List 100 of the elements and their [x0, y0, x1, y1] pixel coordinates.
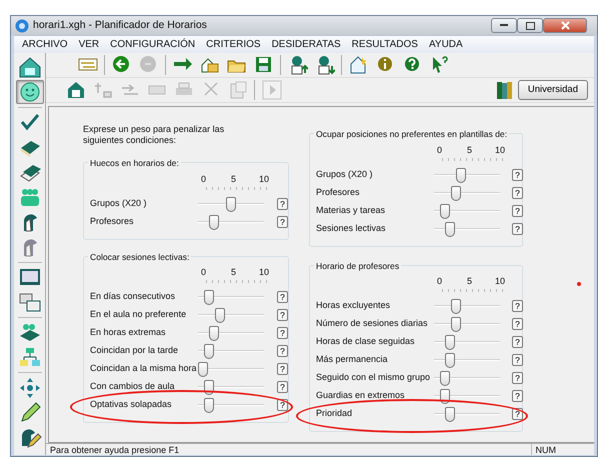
slider-thumb[interactable]: [209, 326, 220, 341]
row-label: Grupos (X20 ): [316, 168, 373, 181]
help-button[interactable]: ?: [277, 327, 288, 339]
help-button[interactable]: ?: [277, 291, 288, 303]
close-button[interactable]: [543, 18, 587, 33]
status-text: Para obtener ayuda presione F1: [50, 444, 180, 455]
row-label: Coincidan por la tarde: [90, 344, 178, 358]
save-icon: [254, 55, 274, 75]
menu-item[interactable]: RESULTADOS: [352, 37, 418, 52]
help-button[interactable]: ?: [277, 345, 288, 357]
menu-item[interactable]: AYUDA: [428, 37, 463, 52]
row-label: Número de sesiones diarias: [316, 317, 428, 330]
row-label: Profesores: [316, 186, 360, 199]
home-icon: [18, 56, 42, 78]
smiley-icon: [18, 81, 42, 103]
row-label: Seguido con el mismo grupo: [316, 371, 430, 384]
slider-thumb[interactable]: [445, 353, 456, 368]
slider-thumb[interactable]: [440, 371, 450, 386]
help-button[interactable]: ?: [512, 390, 523, 402]
slider-thumb[interactable]: [204, 290, 214, 305]
slider-thumb[interactable]: [445, 222, 456, 236]
row-label: En días consecutivos: [90, 290, 176, 304]
scale-label: 5: [467, 275, 472, 288]
minimize-button[interactable]: [491, 18, 517, 33]
row-label: Prioridad: [316, 407, 352, 420]
row-label: En el aula no preferente: [90, 308, 186, 322]
row-label: Guardias en extremos: [316, 389, 405, 402]
books-icon: [496, 80, 514, 100]
clipboard-icon: [228, 80, 248, 100]
profile-button[interactable]: Universidad: [518, 80, 588, 100]
help-button[interactable]: ?: [512, 222, 523, 234]
menu-item[interactable]: ARCHIVO: [22, 37, 68, 52]
maximize-icon: [526, 22, 534, 30]
instruction-text: Exprese un peso para penalizar las siguientes condiciones:: [83, 124, 226, 146]
scale-label: 0: [201, 266, 206, 279]
scale-label: 0: [437, 275, 442, 288]
windows-icon: [18, 291, 42, 313]
help-button[interactable]: ?: [277, 381, 288, 393]
help-button[interactable]: ?: [512, 186, 523, 198]
slider-thumb[interactable]: [226, 196, 236, 212]
help-button[interactable]: ?: [512, 408, 523, 420]
row-label: Coincidan a la misma hora: [90, 362, 197, 376]
scale-label: 10: [259, 266, 270, 279]
num-lock-indicator: NUM: [530, 444, 560, 455]
help-button[interactable]: ?: [512, 204, 523, 216]
scale-label: 10: [495, 275, 506, 288]
group-book-icon: [18, 321, 42, 343]
slider-thumb[interactable]: [456, 168, 466, 182]
help-button[interactable]: ?: [277, 399, 288, 411]
slider-thumb[interactable]: [445, 407, 456, 422]
help-button[interactable]: ?: [277, 198, 288, 210]
sidebar-button[interactable]: [16, 80, 44, 104]
slider-thumb[interactable]: [214, 308, 225, 323]
scale-label: 5: [231, 172, 236, 186]
row-label: Sesiones lectivas: [316, 222, 386, 235]
help-button[interactable]: ?: [512, 168, 523, 180]
move-arrows-icon: [18, 376, 42, 398]
help-button[interactable]: ?: [512, 354, 523, 366]
row-label: En horas extremas: [90, 326, 166, 340]
help-button[interactable]: ?: [277, 216, 288, 228]
slider-thumb[interactable]: [440, 204, 450, 218]
row-label: Con cambios de aula: [90, 380, 175, 394]
help-button[interactable]: ?: [512, 300, 523, 312]
menu-item[interactable]: DESIDERATAS: [272, 37, 341, 52]
row-label: Materias y tareas: [316, 204, 386, 217]
menu-item[interactable]: VER: [78, 37, 100, 52]
row-label: Grupos (X20 ): [90, 196, 147, 210]
scale-label: 5: [231, 266, 236, 279]
menu-item[interactable]: CONFIGURACIÓN: [110, 37, 196, 52]
slider-thumb[interactable]: [198, 362, 208, 377]
group-title: Ocupar posiciones no preferentes en plantillas de:: [314, 129, 510, 140]
scale-label: 5: [467, 144, 472, 156]
window-title: horari1.xgh - Planificador de Horarios: [33, 18, 207, 33]
group-title: Huecos en horarios de:: [88, 158, 181, 169]
help-button[interactable]: ?: [277, 363, 288, 375]
screen-icon: [18, 266, 42, 288]
house-grid-icon: [66, 80, 86, 100]
scale-label: 10: [495, 144, 506, 156]
slider-thumb[interactable]: [450, 186, 461, 200]
circle-icon: [138, 55, 158, 75]
slider-thumb[interactable]: [204, 398, 214, 413]
org-chart-icon: [18, 346, 42, 368]
slider-thumb[interactable]: [450, 317, 461, 332]
help-button[interactable]: ?: [512, 336, 523, 348]
help-button[interactable]: ?: [512, 318, 523, 330]
row-label: Horas excluyentes: [316, 299, 390, 312]
house-star-icon: [348, 55, 368, 75]
slider-thumb[interactable]: [445, 335, 456, 350]
slider-thumb[interactable]: [204, 344, 214, 359]
play-icon: [262, 80, 282, 100]
slider-thumb[interactable]: [450, 299, 461, 314]
maximize-button[interactable]: [517, 18, 543, 33]
scale-label: 10: [259, 172, 270, 186]
help-button[interactable]: ?: [277, 309, 288, 321]
menu-item[interactable]: CRITERIOS: [206, 37, 261, 52]
help-button[interactable]: ?: [512, 372, 523, 384]
row-label: Profesores: [90, 214, 134, 228]
group-title: Horario de profesores: [314, 260, 402, 272]
slider-thumb[interactable]: [209, 214, 220, 230]
scale-label: 0: [201, 172, 206, 186]
